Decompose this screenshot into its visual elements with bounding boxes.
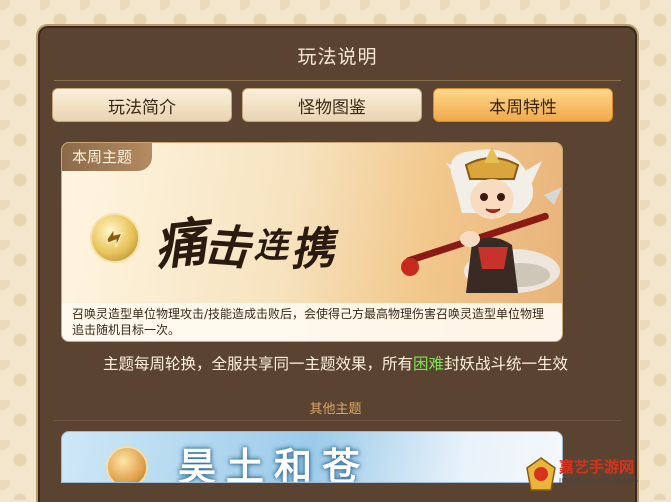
weekly-theme-card: 本周主题 痛 击 连 携 召唤灵造型单位物理攻击/技能造成击败后，会使得己方最高… <box>61 142 563 342</box>
other-themes-label: 其他主题 <box>309 402 362 417</box>
tab-weekly-features[interactable]: 本周特性 <box>433 88 613 122</box>
theme-description: 召唤灵造型单位物理攻击/技能造成击败后，会使得己方最高物理伤害召唤灵造型单位物理… <box>62 303 562 341</box>
weekly-theme-tag: 本周主题 <box>62 143 153 171</box>
panel-title: 玩法说明 <box>297 46 378 68</box>
title-divider <box>54 80 621 81</box>
section-divider <box>54 420 621 421</box>
skill-emblem-icon <box>90 213 140 263</box>
other-theme-card[interactable]: 昊土和苍 <box>61 431 563 483</box>
theme-title-char: 携 <box>288 222 336 277</box>
hero-character-art <box>401 147 562 293</box>
theme-title: 痛 击 连 携 <box>151 197 336 277</box>
watermark-subtext: JIAYISHOUYOUWANG <box>559 477 639 485</box>
watermark-text: 嘉艺手游网 <box>559 458 635 476</box>
site-watermark: 嘉艺手游网 JIAYISHOUYOUWANG <box>525 452 665 496</box>
theme-title-char: 痛 <box>151 211 210 278</box>
other-theme-emblem-icon <box>106 446 148 482</box>
tab-label: 怪物图鉴 <box>298 97 366 118</box>
tab-label: 本周特性 <box>489 97 557 118</box>
tab-gameplay-intro[interactable]: 玩法简介 <box>52 88 232 122</box>
difficulty-highlight: 困难 <box>412 355 444 373</box>
tab-monster-guide[interactable]: 怪物图鉴 <box>242 88 422 122</box>
rotation-info-text-end: 封妖战斗统一生效 <box>444 355 569 373</box>
watermark-logo-icon <box>526 457 556 491</box>
other-theme-title: 昊土和苍 <box>178 444 371 483</box>
skill-emblem-glyph <box>106 227 124 248</box>
rotation-info-text: 主题每周轮换，全服共享同一主题效果，所有 <box>102 355 413 373</box>
tab-label: 玩法简介 <box>108 97 176 118</box>
rotation-info: 主题每周轮换，全服共享同一主题效果，所有困难封妖战斗统一生效 <box>0 352 671 374</box>
theme-title-char: 击 <box>201 218 252 276</box>
theme-title-char: 连 <box>254 226 289 266</box>
